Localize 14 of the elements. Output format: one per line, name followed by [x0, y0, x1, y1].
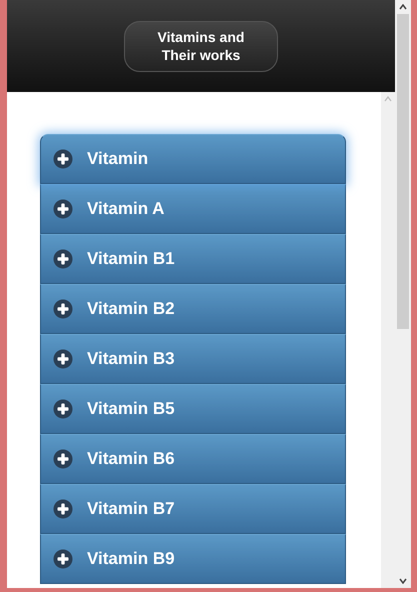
accordion-item[interactable]: Vitamin B6	[40, 434, 346, 484]
scroll-down-icon[interactable]	[399, 578, 407, 584]
accordion-item[interactable]: Vitamin B2	[40, 284, 346, 334]
scroll-up-icon[interactable]	[399, 4, 407, 10]
accordion-item[interactable]: Vitamin	[40, 134, 346, 184]
accordion-item[interactable]: Vitamin B1	[40, 234, 346, 284]
scrollbar[interactable]	[381, 92, 395, 588]
accordion-item[interactable]: Vitamin B9	[40, 534, 346, 584]
app-title: Vitamins and Their works	[124, 20, 278, 72]
scrollbar[interactable]	[395, 0, 411, 588]
accordion-item[interactable]: Vitamin A	[40, 184, 346, 234]
accordion-item[interactable]: Vitamin B7	[40, 484, 346, 534]
accordion-item[interactable]: Vitamin B3	[40, 334, 346, 384]
accordion-item[interactable]: Vitamin B5	[40, 384, 346, 434]
